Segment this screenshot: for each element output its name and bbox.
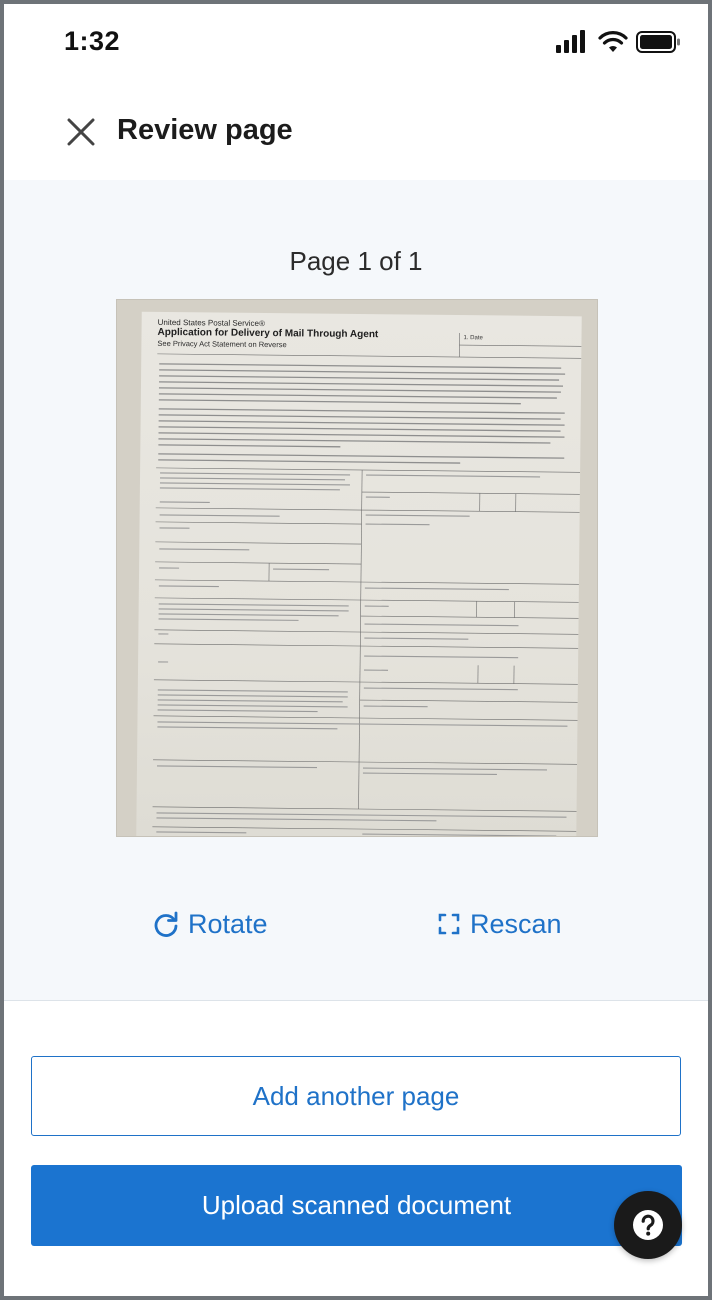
signal-icon — [556, 30, 585, 53]
page-actions: Rotate Rescan — [4, 904, 708, 944]
close-icon — [67, 118, 95, 146]
battery-icon — [636, 31, 680, 53]
wifi-icon — [598, 31, 628, 52]
status-bar: 1:32 — [4, 4, 708, 84]
page-title: Review page — [117, 114, 293, 146]
help-icon — [633, 1210, 663, 1240]
add-another-page-button[interactable]: Add another page — [31, 1056, 681, 1136]
rescan-icon — [438, 913, 460, 935]
phone-screen: 1:32 Review page Page 1 of 1 United Stat… — [4, 4, 708, 1296]
rescan-button[interactable]: Rescan — [436, 904, 562, 944]
status-time: 1:32 — [64, 26, 121, 56]
page-counter: Page 1 of 1 — [289, 246, 423, 276]
help-button[interactable] — [614, 1191, 682, 1259]
header: Review page — [4, 84, 708, 180]
document-paper: United States Postal Service® Applicatio… — [136, 311, 582, 836]
rotate-icon — [154, 911, 178, 937]
close-button[interactable] — [60, 110, 100, 154]
review-content: Page 1 of 1 United States Postal Service… — [4, 180, 708, 1001]
rotate-button[interactable]: Rotate — [152, 904, 268, 944]
rescan-label: Rescan — [470, 908, 562, 939]
upload-scanned-document-button[interactable]: Upload scanned document — [31, 1165, 682, 1246]
rotate-label: Rotate — [188, 908, 268, 939]
document-form-lines — [152, 333, 582, 836]
scanned-document-preview: United States Postal Service® Applicatio… — [117, 300, 597, 836]
